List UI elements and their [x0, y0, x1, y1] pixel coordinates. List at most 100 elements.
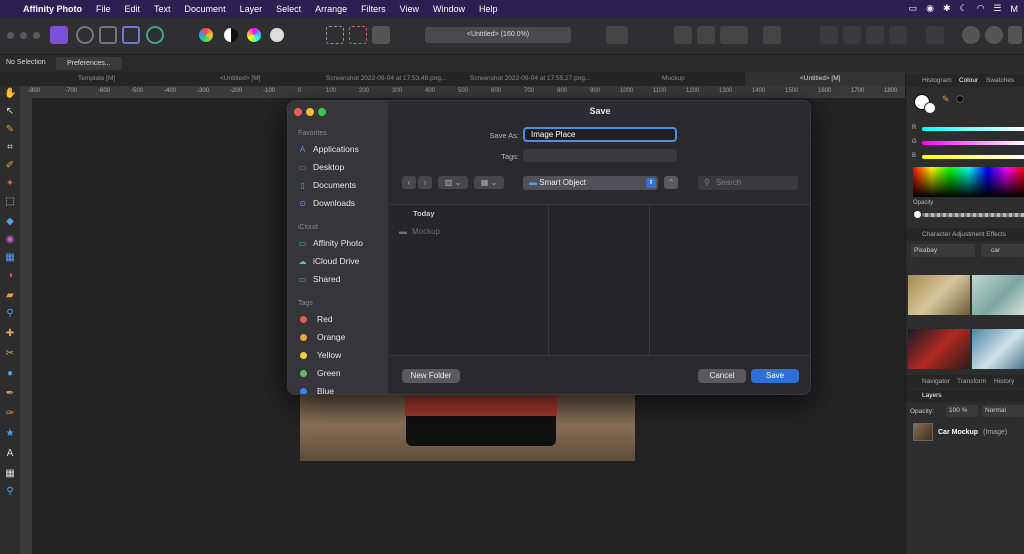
tab-untitled-active[interactable]: <Untitled> [M]	[800, 75, 840, 82]
boolean-subtract-icon[interactable]	[985, 26, 1003, 44]
move-tool-icon[interactable]: ↖	[4, 106, 16, 118]
mesh-warp-icon[interactable]: ▦	[4, 468, 16, 480]
green-slider[interactable]	[922, 141, 1024, 145]
arrange-front-icon[interactable]	[889, 26, 907, 44]
boolean-add-icon[interactable]	[962, 26, 980, 44]
red-eye-icon[interactable]: ✂	[4, 348, 16, 360]
eyedropper-icon[interactable]: ✎	[942, 94, 950, 105]
colour-wheel-icon[interactable]	[199, 28, 213, 42]
app-menu[interactable]: Affinity Photo	[16, 4, 89, 14]
cancel-button[interactable]: Cancel	[698, 369, 746, 383]
menu-help[interactable]: Help	[472, 4, 505, 14]
menu-text[interactable]: Text	[147, 4, 178, 14]
export-persona-icon[interactable]	[146, 26, 164, 44]
crop-tool-icon[interactable]: ⌗	[4, 142, 16, 154]
forward-icon[interactable]: ›	[418, 176, 432, 189]
back-icon[interactable]: ‹	[402, 176, 416, 189]
flood-fill-icon[interactable]: ◆	[4, 216, 16, 228]
tab-colour[interactable]: Colour	[959, 77, 978, 84]
color-picker-icon[interactable]: ✎	[4, 124, 16, 136]
photo-persona-icon[interactable]	[50, 26, 68, 44]
gradient-tool-icon[interactable]: ◉	[4, 234, 16, 246]
tab-layers[interactable]: Layers	[922, 392, 942, 399]
dialog-close-icon[interactable]	[294, 108, 302, 116]
sidebar-item-shared[interactable]: ▭ Shared	[298, 274, 341, 284]
stock-thumbnail[interactable]	[908, 329, 970, 369]
document-title[interactable]: <Untitled> (160.0%)	[425, 27, 571, 43]
sidebar-item-desktop[interactable]: ▭ Desktop	[298, 162, 344, 172]
zoom-tool-icon[interactable]: ⚲	[4, 486, 16, 498]
secondary-colour-swatch[interactable]	[924, 102, 936, 114]
node-tool-icon[interactable]: ✑	[4, 408, 16, 420]
file-item-mockup[interactable]: ▬ Mockup	[399, 227, 440, 236]
tab-template[interactable]: Template [M]	[78, 75, 115, 82]
flood-select-icon[interactable]: ✦	[4, 178, 16, 190]
tab-swatches[interactable]: Swatches	[986, 77, 1014, 84]
tag-red[interactable]: Red	[298, 314, 333, 324]
tab-untitled[interactable]: <Untitled> [M]	[220, 75, 260, 82]
location-select[interactable]: ▬ Smart Object ⇕	[523, 176, 658, 190]
selection-brush-icon[interactable]: ✐	[4, 160, 16, 172]
tab-transform[interactable]: Transform	[957, 378, 986, 385]
tab-screenshot-2[interactable]: Screenshot 2022-09-04 at 17.55.27.png...	[470, 75, 590, 82]
bluetooth-icon[interactable]: ✱	[943, 3, 951, 14]
sidebar-item-documents[interactable]: ▯ Documents	[298, 180, 356, 190]
layer-opacity-value[interactable]: 100 %	[946, 405, 978, 417]
stock-thumbnail[interactable]	[972, 329, 1024, 369]
control-center-icon[interactable]: ☰	[993, 3, 1001, 14]
opacity-handle[interactable]	[914, 211, 921, 218]
dialog-minimize-icon[interactable]	[306, 108, 314, 116]
arrange-forward-icon[interactable]	[866, 26, 884, 44]
text-tool-icon[interactable]: A	[4, 448, 16, 460]
traffic-minimize-icon[interactable]	[20, 32, 27, 39]
menu-arrange[interactable]: Arrange	[308, 4, 354, 14]
opacity-slider[interactable]	[922, 213, 1024, 217]
mode-icon[interactable]	[763, 26, 781, 44]
white-balance-icon[interactable]	[270, 28, 284, 42]
dialog-zoom-icon[interactable]	[318, 108, 326, 116]
align-icon[interactable]	[926, 26, 944, 44]
record-icon[interactable]: ◉	[926, 3, 934, 14]
stock-thumbnail[interactable]	[972, 275, 1024, 315]
menu-window[interactable]: Window	[426, 4, 472, 14]
tab-histogram[interactable]: Histogram	[922, 77, 952, 84]
tone-mapping-persona-icon[interactable]	[122, 26, 140, 44]
menu-layer[interactable]: Layer	[233, 4, 270, 14]
assistant-icon[interactable]	[720, 26, 748, 44]
traffic-close-icon[interactable]	[7, 32, 14, 39]
tab-history[interactable]: History	[994, 378, 1014, 385]
layer-row[interactable]: Car Mockup (Image)	[913, 420, 1024, 444]
dodge-tool-icon[interactable]: ◑	[4, 270, 16, 282]
deselect-icon[interactable]	[349, 26, 367, 44]
marquee-tool-icon[interactable]: ⬚	[4, 196, 16, 208]
menu-edit[interactable]: Edit	[118, 4, 148, 14]
blue-slider[interactable]	[922, 155, 1024, 159]
tab-mockup[interactable]: Mockup	[662, 75, 685, 82]
clone-tool-icon[interactable]: ⚲	[4, 308, 16, 320]
new-folder-button[interactable]: New Folder	[402, 369, 460, 383]
tag-green[interactable]: Green	[298, 368, 341, 378]
menu-select[interactable]: Select	[269, 4, 308, 14]
menu-document[interactable]: Document	[178, 4, 233, 14]
menu-filters[interactable]: Filters	[354, 4, 393, 14]
colour-spectrum[interactable]	[913, 167, 1024, 197]
tab-screenshot-1[interactable]: Screenshot 2022-09-04 at 17.53.48.png...	[326, 75, 446, 82]
tags-input[interactable]	[523, 149, 677, 162]
arrange-backward-icon[interactable]	[843, 26, 861, 44]
arrange-back-icon[interactable]	[820, 26, 838, 44]
sidebar-item-affinity-photo[interactable]: ▭ Affinity Photo	[298, 238, 363, 248]
grid-icon[interactable]	[674, 26, 692, 44]
tag-blue[interactable]: Blue	[298, 386, 334, 394]
stock-thumbnail[interactable]	[908, 275, 970, 315]
boolean-intersect-icon[interactable]	[1008, 26, 1022, 44]
traffic-zoom-icon[interactable]	[33, 32, 40, 39]
develop-persona-icon[interactable]	[99, 26, 117, 44]
search-field[interactable]: ⚲ Search	[698, 176, 798, 190]
marquee-icon[interactable]	[326, 26, 344, 44]
red-slider[interactable]	[922, 127, 1024, 131]
pen-tool-icon[interactable]: ✒	[4, 388, 16, 400]
liquify-persona-icon[interactable]	[76, 26, 94, 44]
quick-mask-icon[interactable]	[606, 26, 628, 44]
expand-chevron-icon[interactable]: ⌃	[664, 176, 678, 189]
screen-icon[interactable]: ▭	[909, 3, 918, 14]
